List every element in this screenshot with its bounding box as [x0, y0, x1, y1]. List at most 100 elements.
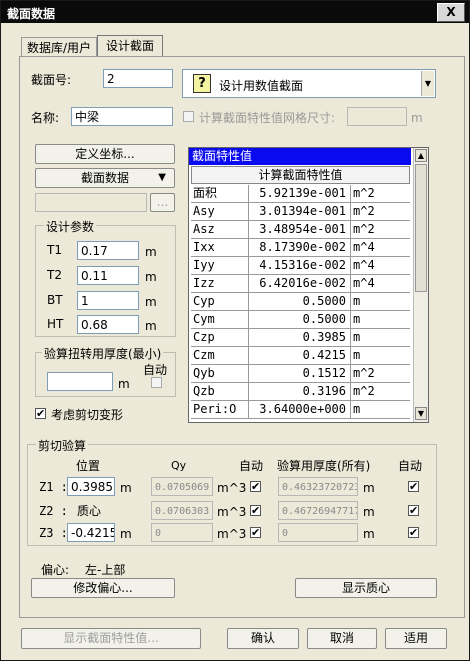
position-header: 位置: [76, 459, 101, 473]
z1-thickness-auto-checkbox[interactable]: ✔: [408, 481, 419, 492]
properties-row[interactable]: Czm 0.4215 m: [191, 347, 410, 365]
param-ht-label: HT: [47, 317, 64, 331]
properties-row[interactable]: Iyy 4.15316e-002 m^4: [191, 257, 410, 275]
properties-row[interactable]: Asy 3.01394e-001 m^2: [191, 203, 410, 221]
z1-thickness-input[interactable]: 0.463237207233: [278, 477, 358, 496]
section-type-value: 设计用数值截面: [219, 79, 304, 93]
file-path-input[interactable]: [35, 193, 147, 212]
param-ht-input[interactable]: 0.68: [77, 315, 139, 334]
z1-qy-auto-checkbox[interactable]: ✔: [250, 481, 261, 492]
property-unit-cell: m: [353, 294, 361, 308]
property-unit-cell: m: [353, 348, 361, 362]
section-number-label: 截面号:: [31, 73, 72, 87]
properties-row[interactable]: Cyp 0.5000 m: [191, 293, 410, 311]
properties-header: 截面特性值: [189, 148, 411, 165]
property-unit-cell: m^4: [353, 276, 375, 290]
scroll-thumb[interactable]: [415, 164, 427, 292]
property-value-cell: 0.3985: [249, 329, 351, 346]
apply-button[interactable]: 适用: [385, 628, 447, 649]
dialog-window: 截面数据 X 数据库/用户 设计截面 截面号: 2 ? 设计用数值截面 ▼ 名称…: [0, 0, 470, 661]
chevron-down-icon[interactable]: ▼: [421, 71, 434, 96]
scroll-down-icon[interactable]: ▼: [415, 407, 427, 420]
param-t2-label: T2: [47, 268, 62, 282]
z1-label: Z1 :: [39, 480, 68, 494]
property-unit-cell: m^4: [353, 258, 375, 272]
torsion-thickness-title: 验算扭转用厚度(最小): [42, 345, 164, 362]
param-bt-label: BT: [47, 293, 63, 307]
grid-size-label: 计算截面特性值网格尺寸:: [199, 111, 336, 125]
param-t1-input[interactable]: 0.17: [77, 241, 139, 260]
z1-qy-input[interactable]: 0.0705069: [151, 477, 213, 496]
grid-size-input[interactable]: [347, 107, 407, 126]
z2-qy-unit: m^3: [217, 505, 247, 519]
properties-scrollbar[interactable]: ▲ ▼: [413, 148, 428, 422]
z2-qy-input[interactable]: 0.0706303: [151, 501, 213, 520]
browse-button[interactable]: ...: [150, 193, 175, 212]
properties-row[interactable]: Czp 0.3985 m: [191, 329, 410, 347]
design-params-title: 设计参数: [44, 218, 97, 235]
properties-table[interactable]: 截面特性值 计算截面特性值 面积 5.92139e-001 m^2 Asy 3.0139…: [188, 147, 429, 423]
section-data-button[interactable]: 截面数据 ▼: [35, 168, 175, 188]
property-unit-cell: m^2: [353, 384, 375, 398]
close-button[interactable]: X: [437, 3, 465, 22]
z3-qy-input[interactable]: 0: [151, 523, 213, 542]
property-value-cell: 3.64000e+000: [249, 401, 351, 418]
name-input[interactable]: 中梁: [71, 107, 173, 126]
z3-thickness-auto-checkbox[interactable]: ✔: [408, 527, 419, 538]
property-unit-cell: m^2: [353, 204, 375, 218]
help-section-icon: ?: [193, 74, 211, 93]
shear-deform-label: 考虑剪切变形: [51, 408, 124, 422]
z1-qy-unit: m^3: [217, 481, 247, 495]
window-title: 截面数据: [7, 7, 56, 21]
property-value-cell: 0.4215: [249, 347, 351, 364]
z3-position-input[interactable]: -0.4215: [67, 523, 115, 542]
properties-column-header: 计算截面特性值: [191, 166, 410, 184]
cancel-button[interactable]: 取消: [307, 628, 377, 649]
tab-database-user[interactable]: 数据库/用户: [21, 37, 97, 56]
property-name-cell: Peri:O: [191, 401, 249, 418]
properties-row[interactable]: Asz 3.48954e-001 m^2: [191, 221, 410, 239]
properties-row[interactable]: 面积 5.92139e-001 m^2: [191, 185, 410, 203]
z1-position-input[interactable]: 0.3985: [67, 477, 115, 496]
shear-deform-checkbox[interactable]: ✔: [35, 408, 46, 419]
properties-row[interactable]: Cym 0.5000 m: [191, 311, 410, 329]
property-name-cell: Cym: [191, 311, 249, 328]
param-bt-input[interactable]: 1: [77, 291, 139, 310]
tab-design-section[interactable]: 设计截面: [97, 35, 163, 56]
torsion-auto-label: 自动: [143, 363, 168, 377]
section-number-input[interactable]: 2: [103, 69, 173, 88]
z2-thickness-unit: m: [363, 505, 375, 519]
section-data-label: 截面数据: [80, 171, 129, 185]
section-type-dropdown[interactable]: ? 设计用数值截面 ▼: [182, 69, 436, 98]
torsion-auto-checkbox[interactable]: [151, 377, 162, 388]
z3-thickness-input[interactable]: 0: [278, 523, 358, 542]
z2-thickness-auto-checkbox[interactable]: ✔: [408, 505, 419, 516]
z2-thickness-input[interactable]: 0.467269477171: [278, 501, 358, 520]
z1-thickness-unit: m: [363, 481, 375, 495]
show-properties-button[interactable]: 显示截面特性值...: [21, 628, 201, 649]
z2-qy-auto-checkbox[interactable]: ✔: [250, 505, 261, 516]
modify-offset-button[interactable]: 修改偏心...: [31, 578, 175, 598]
properties-row[interactable]: Qyb 0.1512 m^2: [191, 365, 410, 383]
z3-qy-auto-checkbox[interactable]: ✔: [250, 527, 261, 538]
torsion-unit: m: [118, 377, 130, 391]
property-name-cell: Asy: [191, 203, 249, 220]
offset-label: 偏心:: [41, 563, 70, 577]
show-centroid-button[interactable]: 显示质心: [295, 578, 437, 598]
define-coordinates-button[interactable]: 定义坐标...: [35, 144, 175, 164]
property-name-cell: Izz: [191, 275, 249, 292]
scroll-up-icon[interactable]: ▲: [415, 149, 427, 162]
property-name-cell: Czm: [191, 347, 249, 364]
properties-row[interactable]: Qzb 0.3196 m^2: [191, 383, 410, 401]
param-t2-input[interactable]: 0.11: [77, 266, 139, 285]
torsion-thickness-input[interactable]: [47, 372, 113, 391]
properties-row[interactable]: Izz 6.42016e-002 m^4: [191, 275, 410, 293]
ok-button[interactable]: 确认: [227, 628, 299, 649]
z3-qy-unit: m^3: [217, 527, 247, 541]
property-name-cell: Ixx: [191, 239, 249, 256]
grid-size-checkbox[interactable]: [183, 111, 194, 122]
properties-row[interactable]: Ixx 8.17390e-002 m^4: [191, 239, 410, 257]
properties-row[interactable]: Peri:O 3.64000e+000 m: [191, 401, 410, 419]
property-name-cell: 面积: [191, 185, 249, 202]
param-bt-unit: m: [145, 295, 157, 309]
